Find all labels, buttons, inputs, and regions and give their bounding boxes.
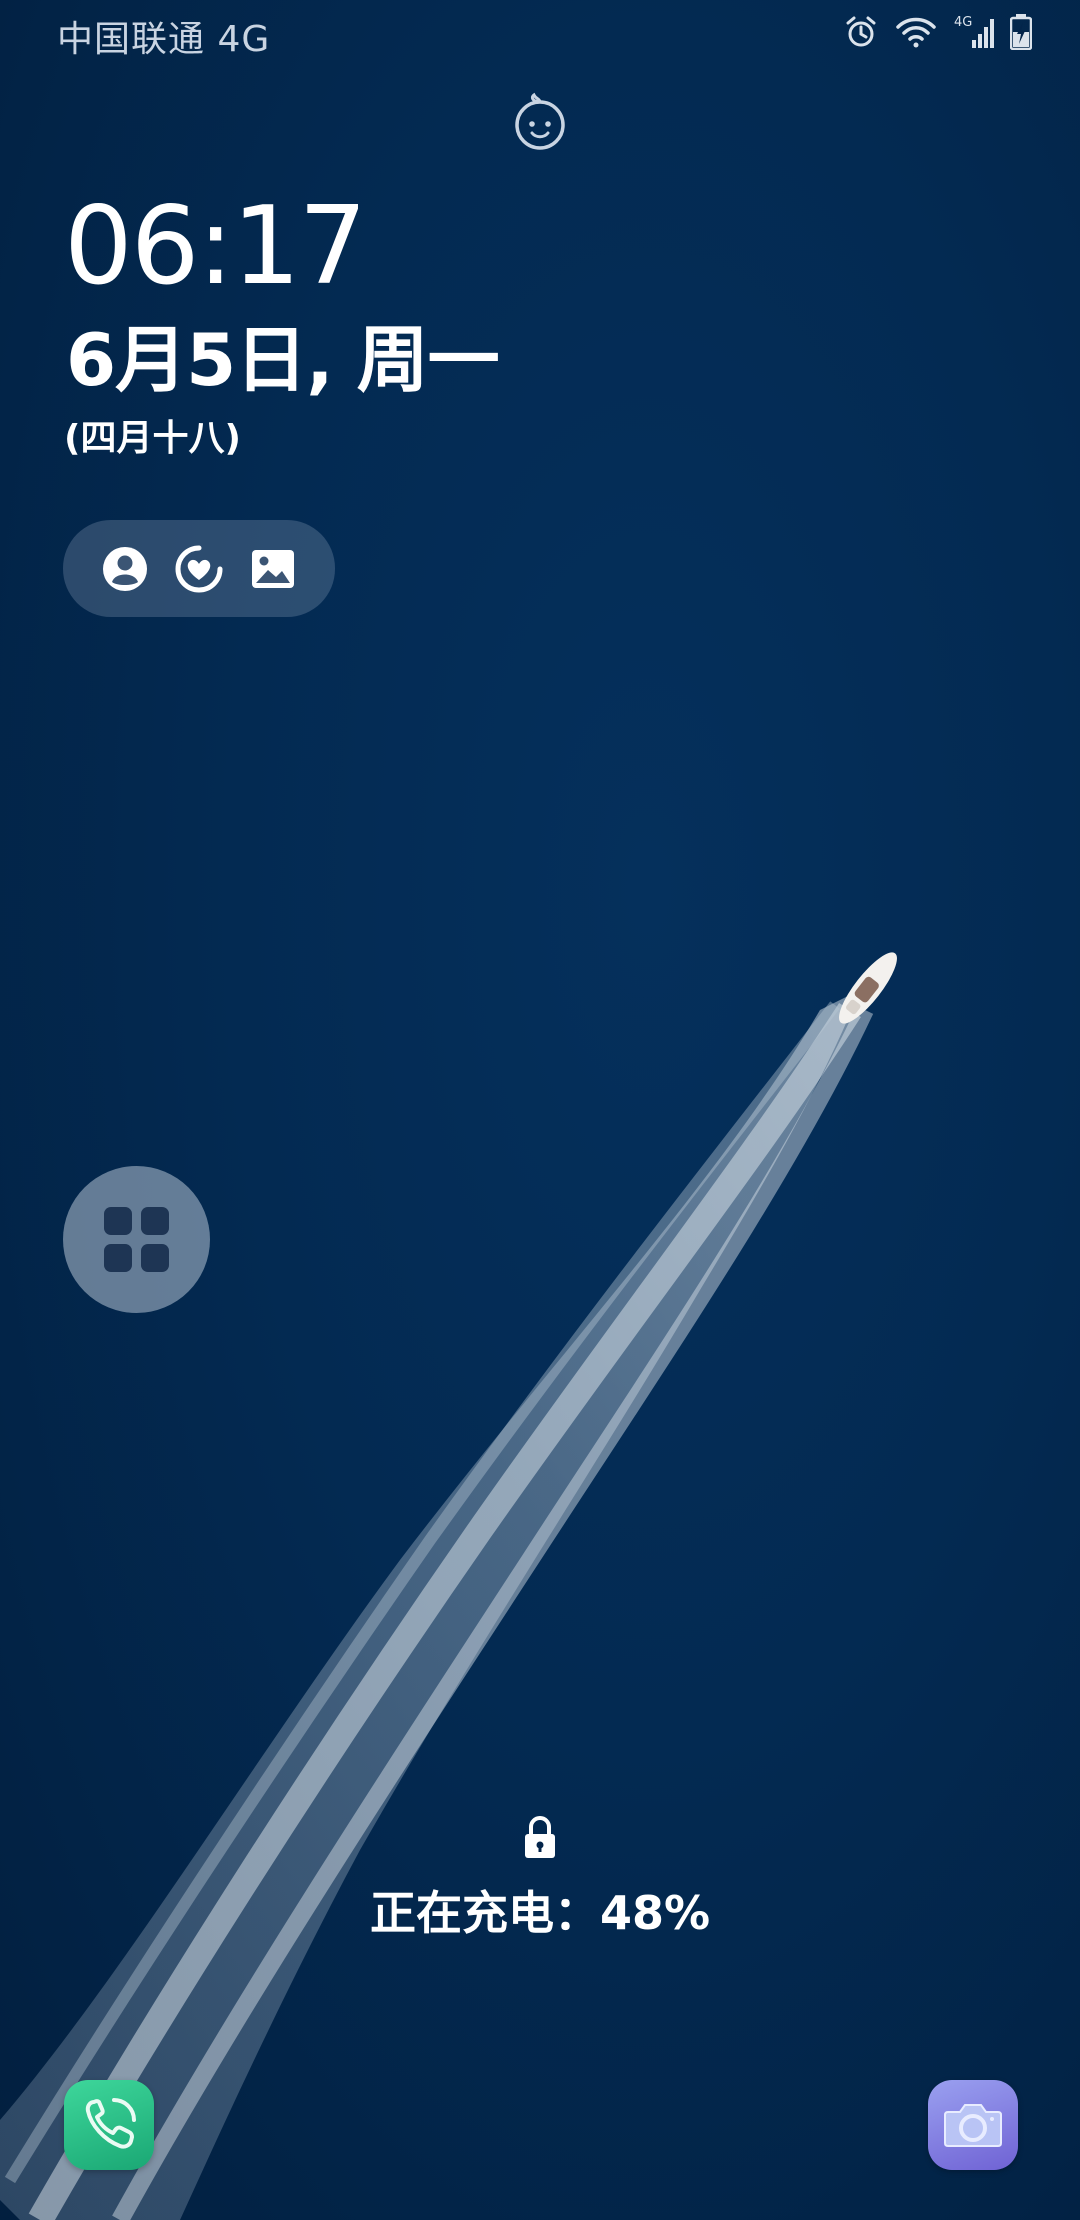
network-type-label: 4G	[954, 15, 972, 30]
phone-shortcut-button[interactable]	[64, 2080, 154, 2170]
app-drawer-button[interactable]	[63, 1166, 210, 1313]
signal-icon: 4G	[954, 15, 994, 48]
heart-icon[interactable]	[174, 544, 224, 594]
status-icons: 4G	[844, 12, 1032, 52]
lunar-date-label: (四月十八)	[64, 418, 241, 459]
wifi-icon	[896, 17, 936, 48]
camera-shortcut-button[interactable]	[928, 2080, 1018, 2170]
person-icon[interactable]	[100, 544, 150, 594]
camera-icon	[944, 2104, 1002, 2147]
shortcut-pill	[63, 520, 335, 617]
alarm-icon	[846, 16, 876, 47]
phone-icon	[85, 2098, 136, 2149]
carrier-label: 中国联通 4G	[57, 19, 271, 60]
grid-icon	[104, 1207, 169, 1272]
charging-status: 正在充电：48%	[369, 1886, 711, 1940]
gallery-icon[interactable]	[248, 544, 298, 594]
status-bar: 中国联通 4G 4G	[0, 0, 1080, 66]
battery-charging-icon	[1010, 14, 1032, 50]
face-icon[interactable]	[512, 92, 568, 154]
lock-icon	[525, 1816, 555, 1858]
clock-time: 06:17	[64, 184, 367, 309]
date-label: 6月5日, 周一	[66, 318, 500, 402]
